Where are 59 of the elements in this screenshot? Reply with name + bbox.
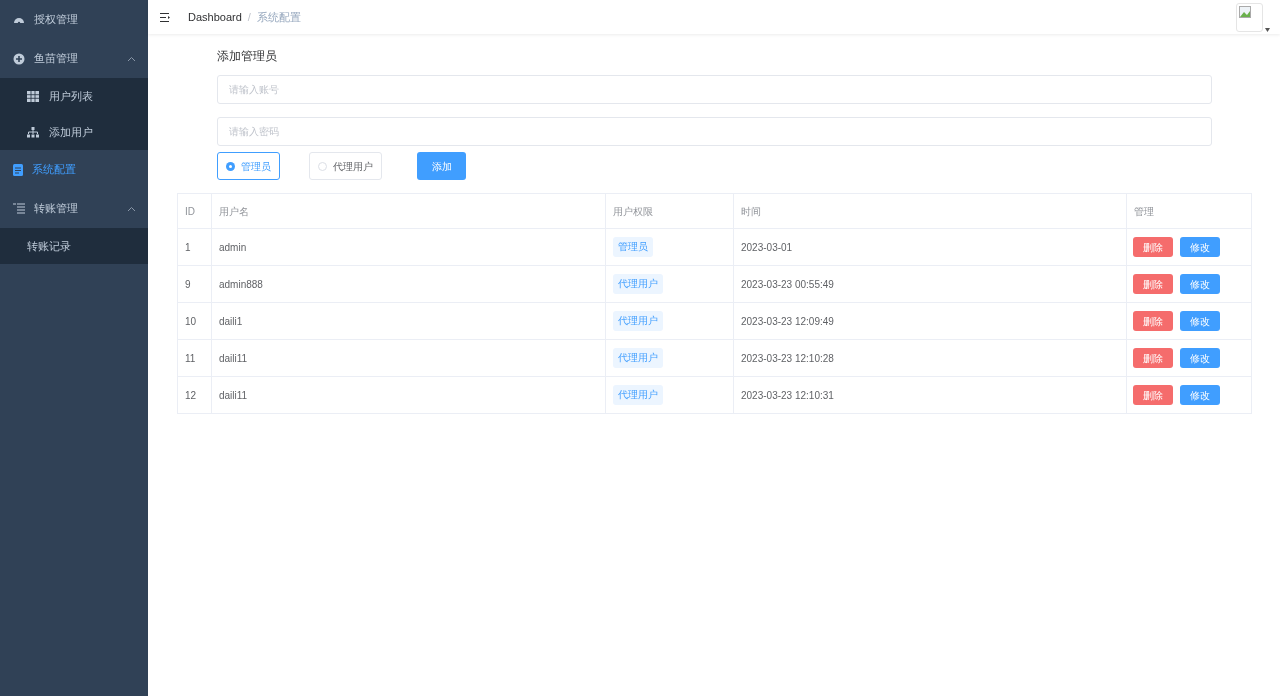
breadcrumb-item[interactable]: Dashboard (188, 8, 242, 26)
table-cell: 2023-03-01 (733, 228, 1127, 266)
role-tag: 代理用户 (613, 348, 663, 368)
column-header: 用户名 (211, 193, 606, 229)
table-cell: admin888 (211, 265, 606, 303)
broken-image-icon (1239, 5, 1251, 18)
column-header: 用户权限 (605, 193, 734, 229)
hierarchy-icon (27, 126, 39, 138)
document-icon (13, 163, 23, 176)
grid-icon (27, 90, 39, 102)
menu-item[interactable]: 系统配置 (0, 150, 148, 189)
menu-icon[interactable] (160, 12, 171, 22)
edit-button[interactable]: 修改 (1180, 348, 1220, 368)
table-cell: daili11 (211, 376, 606, 414)
table-cell: admin (211, 228, 606, 266)
table-cell: daili1 (211, 302, 606, 340)
role-radio[interactable]: 代理用户 (309, 152, 382, 180)
menu-item[interactable]: 鱼苗管理 (0, 39, 148, 78)
submenu-item[interactable]: 用户列表 (0, 78, 148, 114)
list-icon (13, 203, 25, 214)
caret-down-icon[interactable] (1265, 27, 1270, 32)
submenu-item[interactable]: 添加用户 (0, 114, 148, 150)
breadcrumb-item: 系统配置 (256, 9, 301, 25)
menu-item[interactable]: 转账管理 (0, 189, 148, 228)
delete-button[interactable]: 删除 (1133, 385, 1173, 405)
menu-item[interactable]: 授权管理 (0, 0, 148, 39)
add-button[interactable]: 添加 (417, 152, 466, 180)
edit-button[interactable]: 修改 (1180, 237, 1220, 257)
chevron-up-icon (127, 205, 136, 212)
table-cell: 10 (177, 302, 212, 340)
edit-button[interactable]: 修改 (1180, 274, 1220, 294)
role-radio[interactable]: 管理员 (217, 152, 280, 180)
plus-circle-icon (13, 52, 25, 65)
table-cell: 11 (177, 339, 212, 377)
table-cell: 2023-03-23 12:09:49 (733, 302, 1127, 340)
column-header: 时间 (733, 193, 1127, 229)
delete-button[interactable]: 删除 (1133, 274, 1173, 294)
role-tag: 管理员 (613, 237, 653, 257)
table-cell: 9 (177, 265, 212, 303)
column-header: 管理 (1126, 193, 1252, 229)
delete-button[interactable]: 删除 (1133, 348, 1173, 368)
table-cell: 1 (177, 228, 212, 266)
role-tag: 代理用户 (613, 385, 663, 405)
chevron-up-icon (127, 55, 136, 62)
table-cell: 2023-03-23 12:10:28 (733, 339, 1127, 377)
table-cell: daili11 (211, 339, 606, 377)
role-tag: 代理用户 (613, 311, 663, 331)
delete-button[interactable]: 删除 (1133, 311, 1173, 331)
table-cell: 2023-03-23 00:55:49 (733, 265, 1127, 303)
breadcrumb-separator: / (247, 9, 251, 25)
form-title: 添加管理员 (217, 48, 278, 62)
edit-button[interactable]: 修改 (1180, 385, 1220, 405)
table-cell: 2023-03-23 12:10:31 (733, 376, 1127, 414)
column-header: ID (177, 193, 212, 229)
role-tag: 代理用户 (613, 274, 663, 294)
submenu-item[interactable]: 转账记录 (0, 228, 148, 264)
edit-button[interactable]: 修改 (1180, 311, 1220, 331)
table-cell: 12 (177, 376, 212, 414)
delete-button[interactable]: 删除 (1133, 237, 1173, 257)
